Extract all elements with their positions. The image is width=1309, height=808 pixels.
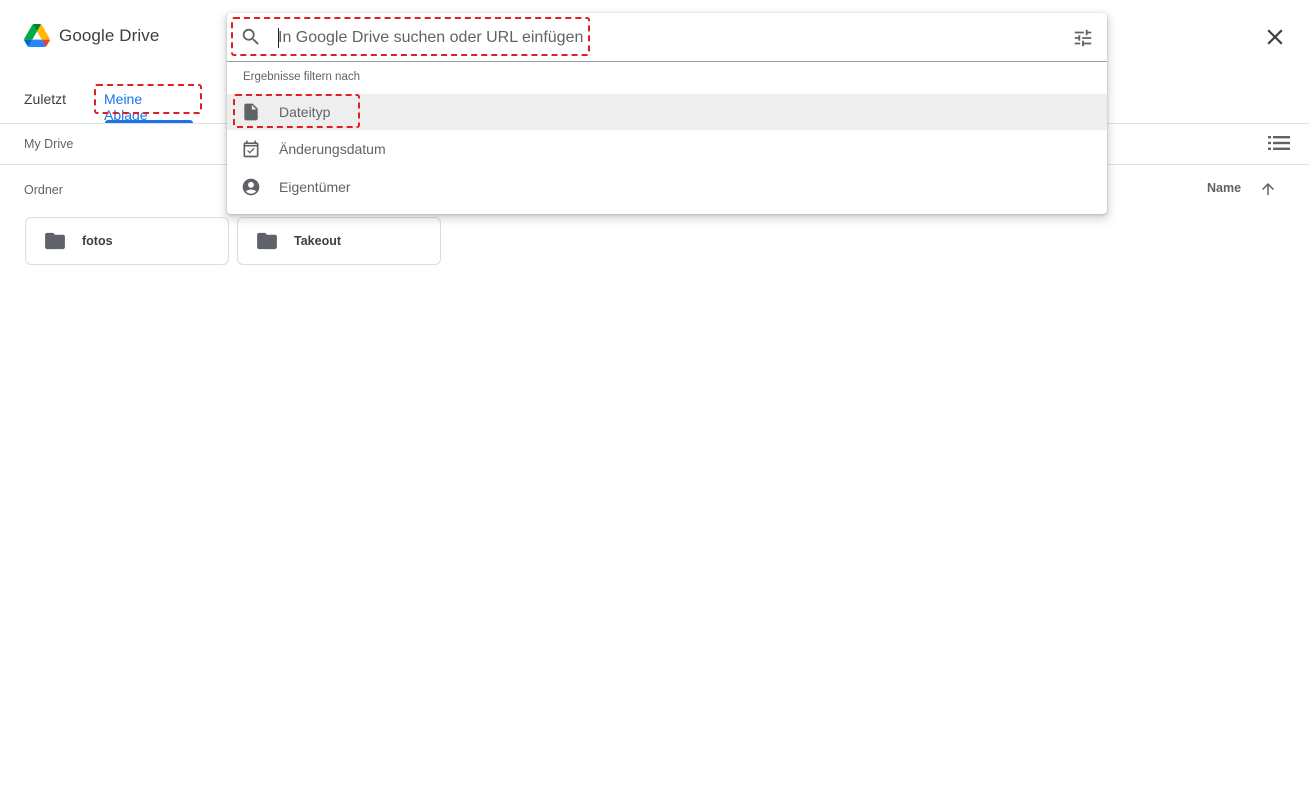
filter-label: Änderungsdatum: [279, 141, 386, 157]
folder-icon: [45, 232, 65, 250]
folder-name: Takeout: [294, 234, 341, 248]
list-view-icon[interactable]: [1268, 134, 1290, 152]
filter-item-modified-date[interactable]: Änderungsdatum: [227, 131, 1107, 167]
google-drive-logo[interactable]: Google Drive: [24, 24, 159, 47]
account-circle-icon: [242, 178, 260, 196]
highlight-box-tab: [94, 84, 202, 114]
close-icon[interactable]: [1262, 24, 1288, 50]
search-bar: [227, 13, 1107, 62]
highlight-box-file-type: [233, 94, 360, 128]
folder-card[interactable]: fotos: [25, 217, 229, 265]
search-dropdown: Ergebnisse filtern nach Dateityp Änderun…: [227, 13, 1107, 214]
app-title: Google Drive: [59, 25, 160, 45]
arrow-up-icon[interactable]: [1259, 180, 1277, 198]
drive-logo-icon: [24, 24, 50, 47]
folder-name: fotos: [82, 234, 113, 248]
sort-by-name-button[interactable]: Name: [1207, 181, 1241, 195]
highlight-box-search: [231, 17, 590, 56]
filter-header: Ergebnisse filtern nach: [243, 71, 360, 83]
breadcrumb[interactable]: My Drive: [24, 137, 73, 151]
tab-recent[interactable]: Zuletzt: [24, 91, 66, 107]
section-label-folders: Ordner: [24, 183, 63, 197]
filter-item-owner[interactable]: Eigentümer: [227, 169, 1107, 205]
folder-icon: [257, 232, 277, 250]
calendar-icon: [243, 140, 259, 158]
filter-label: Eigentümer: [279, 179, 351, 195]
folder-card[interactable]: Takeout: [237, 217, 441, 265]
tune-icon[interactable]: [1072, 27, 1094, 49]
